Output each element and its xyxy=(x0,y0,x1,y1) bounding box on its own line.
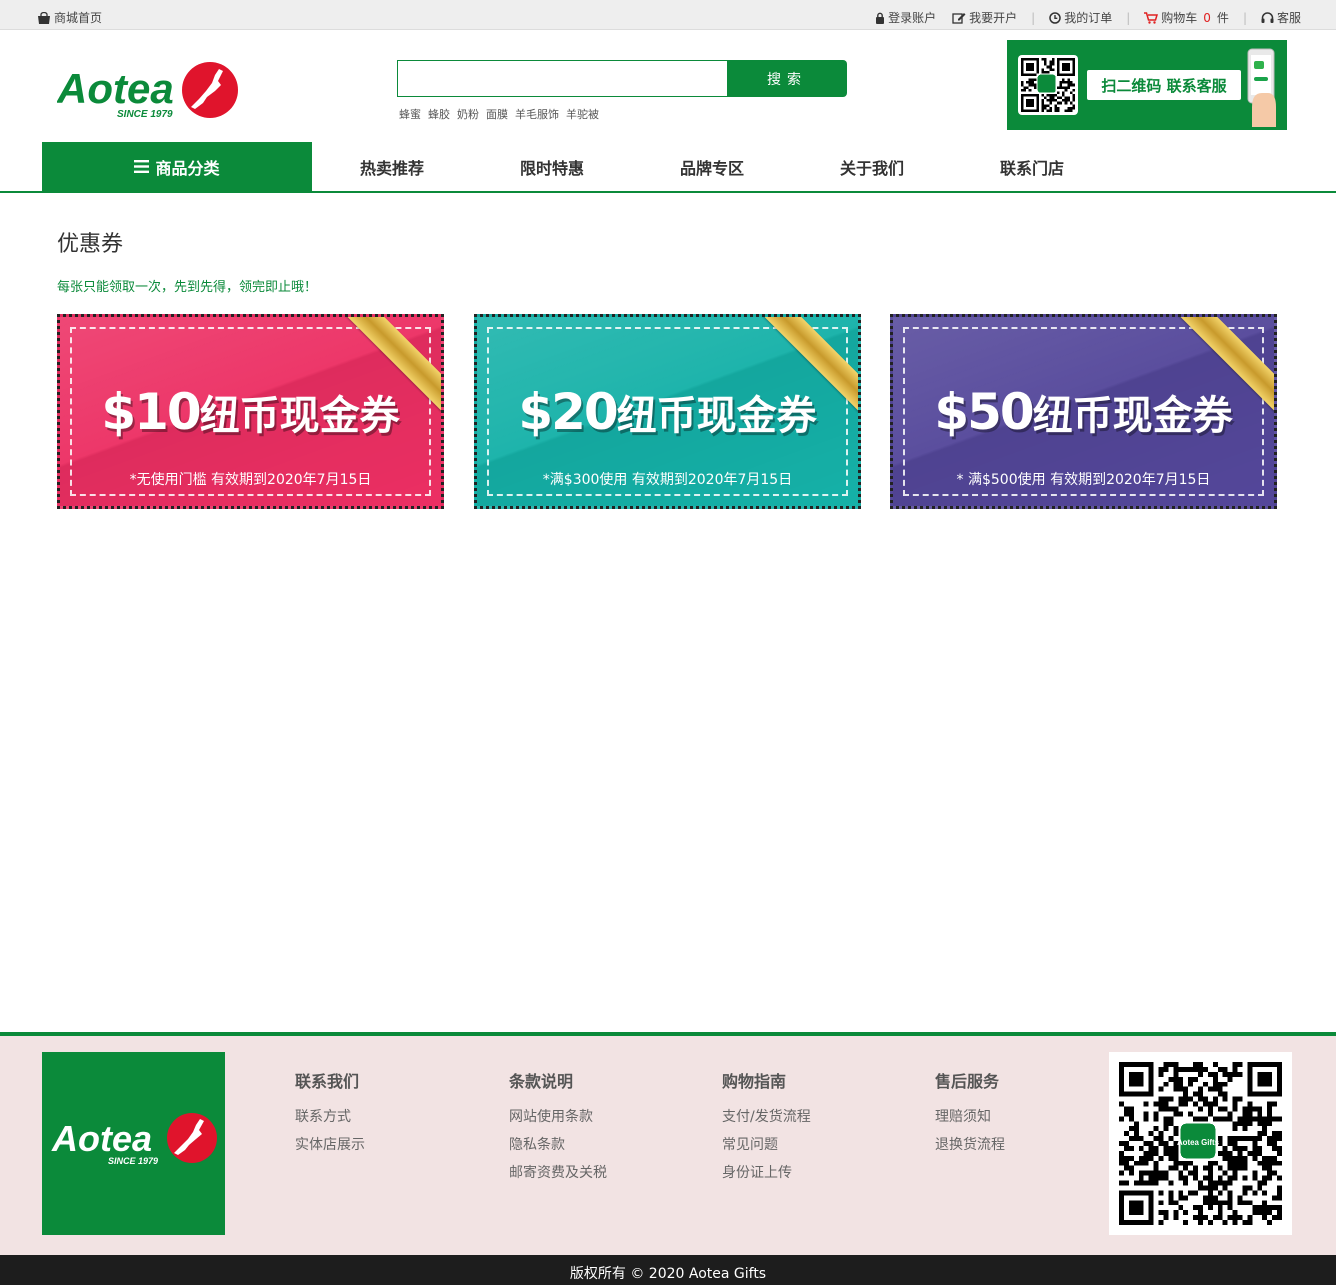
logo-brand: Aotea xyxy=(57,65,174,112)
page-title: 优惠券 xyxy=(57,232,124,257)
footer-col-contact: 联系我们联系方式实体店展示 xyxy=(295,1068,365,1162)
coupon-amount: $20纽币现金券 xyxy=(477,383,858,441)
scan-qr-label: 扫二维码 联系客服 xyxy=(1087,70,1241,100)
footer: Aotea SINCE 1979 联系我们联系方式实体店展示 条款说明网站使用条款… xyxy=(0,1032,1336,1255)
customer-service-label: 客服 xyxy=(1276,11,1301,25)
coupon-type: 纽币现金券 xyxy=(1032,393,1233,439)
clock-icon xyxy=(1049,11,1061,24)
login-label: 登录账户 xyxy=(888,11,937,25)
search-input[interactable] xyxy=(397,60,727,97)
footer-col-terms: 条款说明网站使用条款 隐私条款邮寄资费及关税 xyxy=(509,1068,607,1190)
coupon-condition: * 满$500使用 有效期到2020年7月15日 xyxy=(956,472,1211,488)
cart-unit: 件 xyxy=(1216,11,1229,25)
top-bar: 商城首页 登录账户 我要开户 | 我的订单 | 购物车 0 件 | 客服 xyxy=(0,0,1336,30)
footer-qr-code: Aotea Gifts xyxy=(1109,1052,1292,1235)
footer-link[interactable]: 常见问题 xyxy=(722,1134,811,1154)
hot-keyword[interactable]: 羊驼被 xyxy=(566,106,599,122)
coupon-value: $20 xyxy=(518,383,618,441)
hot-keyword[interactable]: 羊毛服饰 xyxy=(515,106,559,122)
main-nav: 商品分类 热卖推荐 限时特惠 品牌专区 关于我们 联系门店 xyxy=(0,142,1336,193)
footer-logo-since: SINCE 1979 xyxy=(108,1156,158,1166)
footer-link[interactable]: 支付/发货流程 xyxy=(722,1106,811,1126)
edit-icon xyxy=(952,12,966,24)
category-menu-label: 商品分类 xyxy=(155,158,220,178)
shopping-bag-icon xyxy=(37,11,51,24)
hot-keyword[interactable]: 蜂胶 xyxy=(428,106,450,122)
coupon-amount: $10纽币现金券 xyxy=(60,383,441,441)
footer-link[interactable]: 网站使用条款 xyxy=(509,1106,607,1126)
nav-about-us[interactable]: 关于我们 xyxy=(792,142,952,191)
cart-link[interactable]: 购物车 0 件 xyxy=(1144,9,1229,26)
coupon-card[interactable]: $20纽币现金券 *满$300使用 有效期到2020年7月15日 xyxy=(474,314,861,509)
nav-flash-sale[interactable]: 限时特惠 xyxy=(472,142,632,191)
footer-col-title: 售后服务 xyxy=(935,1072,1000,1091)
phone-hand-icon xyxy=(1244,47,1278,127)
my-orders-label: 我的订单 xyxy=(1064,11,1113,25)
coupon-condition: *无使用门槛 有效期到2020年7月15日 xyxy=(129,472,372,488)
footer-link[interactable]: 身份证上传 xyxy=(722,1162,811,1182)
footer-col-title: 联系我们 xyxy=(295,1072,360,1091)
my-orders-link[interactable]: 我的订单 xyxy=(1049,9,1112,26)
register-link[interactable]: 我要开户 xyxy=(952,9,1017,26)
hot-keyword[interactable]: 奶粉 xyxy=(457,106,479,122)
coupon-value: $50 xyxy=(934,383,1034,441)
category-menu-button[interactable]: 商品分类 xyxy=(42,142,312,191)
footer-link[interactable]: 隐私条款 xyxy=(509,1134,607,1154)
divider: | xyxy=(1031,10,1036,25)
footer-link[interactable]: 实体店展示 xyxy=(295,1134,365,1154)
coupon-notice: 每张只能领取一次，先到先得，领完即止哦！ xyxy=(57,280,318,295)
hot-keywords: 蜂蜜 蜂胶 奶粉 面膜 羊毛服饰 羊驼被 xyxy=(399,106,599,122)
footer-logo: Aotea SINCE 1979 xyxy=(42,1052,225,1235)
qr-center-label: Aotea Gifts xyxy=(1177,1138,1220,1147)
divider: | xyxy=(1242,10,1247,25)
logo-since: SINCE 1979 xyxy=(117,109,173,120)
footer-col-after-sales: 售后服务理赔须知退换货流程 xyxy=(935,1068,1005,1162)
coupon-condition: *满$300使用 有效期到2020年7月15日 xyxy=(542,472,793,488)
customer-service-link[interactable]: 客服 xyxy=(1261,9,1301,26)
site-logo[interactable]: Aotea SINCE 1979 xyxy=(56,61,242,121)
scan-qr-banner[interactable]: 扫二维码 联系客服 xyxy=(1007,40,1287,130)
login-link[interactable]: 登录账户 xyxy=(875,9,936,26)
cart-label: 购物车 xyxy=(1161,11,1198,25)
divider: | xyxy=(1126,10,1131,25)
hot-keyword[interactable]: 面膜 xyxy=(486,106,508,122)
footer-col-title: 条款说明 xyxy=(509,1072,574,1091)
coupon-type: 纽币现金券 xyxy=(616,393,817,439)
menu-icon xyxy=(134,160,150,173)
coupon-card[interactable]: $10纽币现金券 *无使用门槛 有效期到2020年7月15日 xyxy=(57,314,444,509)
copyright: 版权所有 © 2020 Aotea Gifts xyxy=(0,1255,1336,1285)
nav-hot-picks[interactable]: 热卖推荐 xyxy=(312,142,472,191)
lock-icon xyxy=(875,12,885,24)
footer-col-title: 购物指南 xyxy=(722,1072,787,1091)
coupon-value: $10 xyxy=(101,383,201,441)
headset-icon xyxy=(1261,11,1274,24)
coupon-card[interactable]: $50纽币现金券 * 满$500使用 有效期到2020年7月15日 xyxy=(890,314,1277,509)
footer-link[interactable]: 退换货流程 xyxy=(935,1134,1005,1154)
footer-link[interactable]: 理赔须知 xyxy=(935,1106,1005,1126)
search-button[interactable]: 搜索 xyxy=(727,60,847,97)
coupon-type: 纽币现金券 xyxy=(199,393,400,439)
cart-count: 0 xyxy=(1203,10,1211,25)
shopping-cart-icon xyxy=(1144,11,1159,24)
register-label: 我要开户 xyxy=(969,11,1018,25)
wechat-qr-code xyxy=(1018,55,1078,115)
footer-col-shopping-guide: 购物指南支付/发货流程 常见问题身份证上传 xyxy=(722,1068,811,1190)
nav-store-contact[interactable]: 联系门店 xyxy=(952,142,1112,191)
search-bar: 搜索 xyxy=(397,60,847,97)
nav-brands[interactable]: 品牌专区 xyxy=(632,142,792,191)
hot-keyword[interactable]: 蜂蜜 xyxy=(399,106,421,122)
store-home-label: 商城首页 xyxy=(54,11,103,25)
footer-link[interactable]: 联系方式 xyxy=(295,1106,365,1126)
footer-logo-brand: Aotea xyxy=(51,1118,152,1159)
footer-link[interactable]: 邮寄资费及关税 xyxy=(509,1162,607,1182)
coupon-amount: $50纽币现金券 xyxy=(893,383,1274,441)
store-home-link[interactable]: 商城首页 xyxy=(37,9,102,26)
